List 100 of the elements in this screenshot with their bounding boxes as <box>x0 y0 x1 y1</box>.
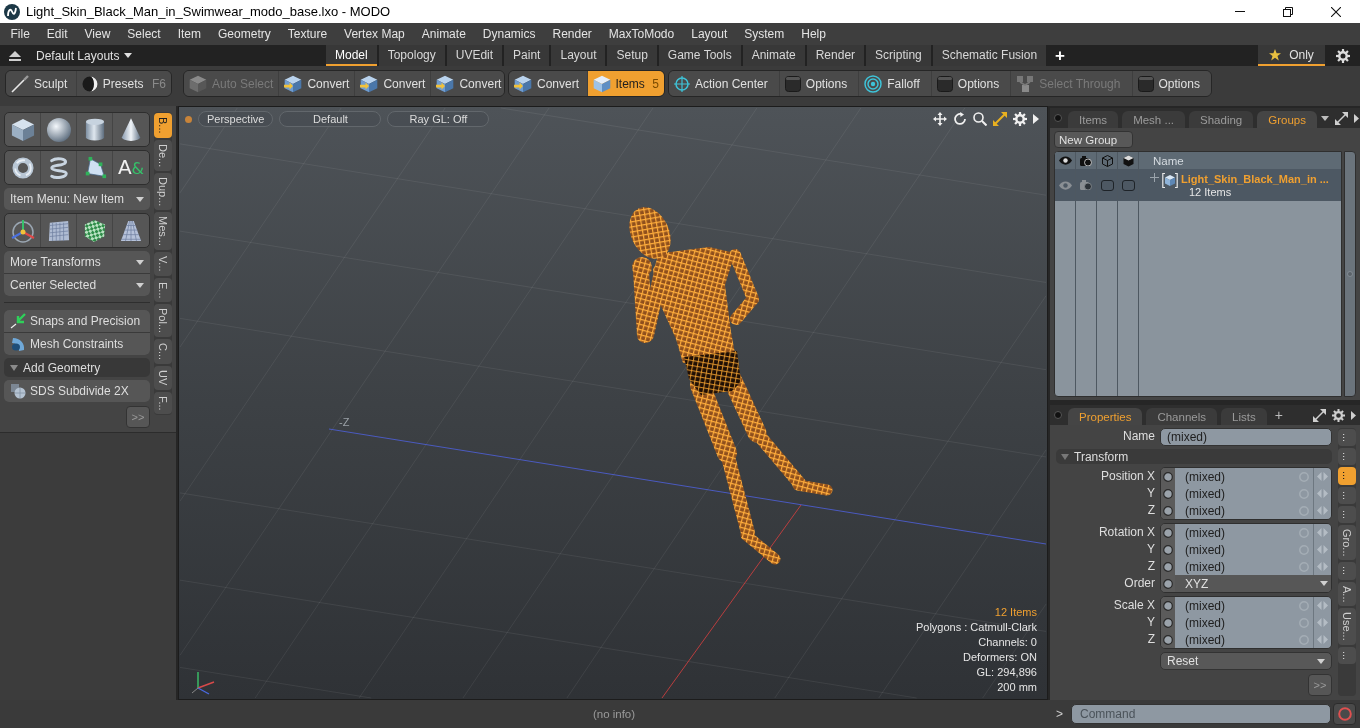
layout-tab[interactable]: Animate <box>742 45 805 66</box>
side-tab[interactable]: ... <box>1338 646 1356 664</box>
settings-icon[interactable] <box>1336 48 1350 63</box>
eject-icon[interactable] <box>9 50 21 61</box>
dropdown-button[interactable]: More Transforms <box>4 251 150 273</box>
side-tab[interactable]: Mes... <box>154 212 172 251</box>
key-dot-icon[interactable] <box>1163 527 1173 538</box>
key-dot-icon[interactable] <box>1163 561 1173 572</box>
text-tool-glyph[interactable]: A& <box>117 155 145 180</box>
record-button[interactable] <box>1333 703 1356 725</box>
panel-tab[interactable]: Properties <box>1068 408 1143 425</box>
toolbar-button[interactable]: Action Center <box>669 71 779 96</box>
key-dot-icon[interactable] <box>1163 600 1173 611</box>
layout-tab[interactable]: Setup <box>607 45 657 66</box>
panel-tab[interactable]: Shading <box>1189 111 1254 128</box>
camera-icon[interactable] <box>1080 180 1092 190</box>
toolbar-button[interactable]: Options <box>779 71 859 96</box>
dropdown-field[interactable]: XYZ <box>1175 575 1331 592</box>
panel-menu-icon[interactable] <box>1054 411 1062 419</box>
checkbox-icon[interactable] <box>1100 179 1114 191</box>
menu-item[interactable]: System <box>735 27 793 41</box>
side-tab[interactable]: ... <box>1338 429 1356 447</box>
side-tab[interactable]: ... <box>1338 448 1356 466</box>
side-tab[interactable]: De... <box>154 139 172 171</box>
side-tab[interactable]: B... <box>154 113 172 138</box>
toolbar-button[interactable]: Items 5 <box>587 71 664 96</box>
panel-tab[interactable]: Mesh ... <box>1122 111 1186 128</box>
settings-icon[interactable] <box>1013 112 1027 126</box>
add-tab-button[interactable]: + <box>1270 407 1287 423</box>
torus-icon[interactable] <box>11 156 34 179</box>
menu-item[interactable]: Edit <box>38 27 77 41</box>
toolbar-button[interactable]: Presets F6 <box>76 71 171 96</box>
panel-menu-icon[interactable] <box>1054 114 1062 122</box>
side-tab[interactable]: V... <box>154 252 172 276</box>
trapezoid-grid-icon[interactable] <box>120 219 142 242</box>
settings-icon[interactable] <box>1332 408 1345 422</box>
menu-item[interactable]: Item <box>169 27 210 41</box>
tool-button[interactable]: Snaps and Precision <box>4 310 150 332</box>
reset-dropdown[interactable]: Reset <box>1160 652 1332 670</box>
menu-item[interactable]: File <box>2 27 39 41</box>
scroll-grip-icon[interactable] <box>1347 271 1353 277</box>
dropdown-button[interactable]: Item Menu: New Item <box>4 188 150 210</box>
key-dot-icon[interactable] <box>1163 617 1173 628</box>
layout-tab[interactable]: Render <box>806 45 865 66</box>
filter-button[interactable]: Only <box>1258 45 1325 66</box>
expand-plus-icon[interactable] <box>1150 173 1159 182</box>
menu-item[interactable]: MaxToModo <box>600 27 683 41</box>
checkbox-icon[interactable] <box>1121 179 1135 191</box>
layout-tab[interactable]: Game Tools <box>658 45 741 66</box>
group-row[interactable]: Light_Skin_Black_Man_in ... 12 Items <box>1055 169 1341 201</box>
side-tab[interactable]: ... <box>1338 562 1356 580</box>
mesh-grid-icon[interactable] <box>47 219 70 242</box>
side-tab[interactable]: Gro... <box>1338 524 1356 561</box>
viewport-button[interactable]: Perspective <box>198 111 274 127</box>
layout-tab[interactable]: Layout <box>551 45 606 66</box>
panel-tab[interactable]: Channels <box>1146 408 1217 425</box>
key-dot-icon[interactable] <box>1163 634 1173 645</box>
checker-cube-icon[interactable] <box>82 218 107 243</box>
expand-icon[interactable] <box>1313 408 1326 422</box>
zoom-icon[interactable] <box>973 112 987 126</box>
right-arrow-icon[interactable] <box>1351 410 1356 420</box>
maximize-icon[interactable] <box>993 112 1007 126</box>
scrollbar[interactable] <box>1344 151 1356 397</box>
panel-tab[interactable]: Lists <box>1221 408 1267 425</box>
menu-item[interactable]: Animate <box>413 27 475 41</box>
side-tab[interactable]: A... <box>1338 581 1356 607</box>
menu-item[interactable]: Select <box>118 27 170 41</box>
layouts-dropdown[interactable]: Default Layouts <box>36 48 133 63</box>
section-header[interactable]: Transform <box>1056 449 1332 464</box>
viewport-button[interactable]: Ray GL: Off <box>387 111 490 127</box>
tool-button[interactable]: SDS Subdivide 2X <box>4 380 150 402</box>
section-header[interactable]: Add Geometry <box>4 358 150 377</box>
toolbar-button[interactable]: Convert <box>509 71 587 96</box>
new-group-button[interactable]: New Group <box>1054 131 1133 148</box>
move-icon[interactable] <box>933 112 947 126</box>
name-field[interactable]: (mixed) <box>1160 428 1332 446</box>
key-dot-icon[interactable] <box>1163 488 1173 499</box>
viewport-button[interactable]: Default <box>279 111 382 127</box>
key-dot-icon[interactable] <box>1163 578 1173 589</box>
layout-tab[interactable]: Scripting <box>866 45 931 66</box>
side-tab[interactable]: C... <box>154 339 172 365</box>
side-tab[interactable]: ... <box>1338 486 1356 504</box>
side-tab[interactable]: Use... <box>1338 608 1356 645</box>
command-field[interactable]: Command <box>1071 704 1331 724</box>
side-tab[interactable]: E... <box>154 277 172 303</box>
tool-button[interactable]: Mesh Constraints <box>4 333 150 355</box>
helix-icon[interactable] <box>48 156 69 179</box>
sphere-icon[interactable] <box>46 117 71 142</box>
toolbar-button[interactable]: Options <box>1132 71 1211 96</box>
layout-tab[interactable]: Model <box>326 45 377 66</box>
side-tab[interactable]: Dup... <box>154 172 172 211</box>
layout-tab[interactable]: Paint <box>504 45 550 66</box>
expand-icon[interactable] <box>1334 111 1348 125</box>
toolbar-button[interactable]: Convert <box>355 71 431 96</box>
right-arrow-icon[interactable] <box>1033 114 1039 124</box>
side-tab[interactable]: UV <box>154 366 172 390</box>
toolbar-button[interactable]: Options <box>931 71 1011 96</box>
layout-tab[interactable]: Topology <box>378 45 445 66</box>
restore-icon[interactable] <box>1283 6 1293 17</box>
cylinder-icon[interactable] <box>84 117 105 142</box>
